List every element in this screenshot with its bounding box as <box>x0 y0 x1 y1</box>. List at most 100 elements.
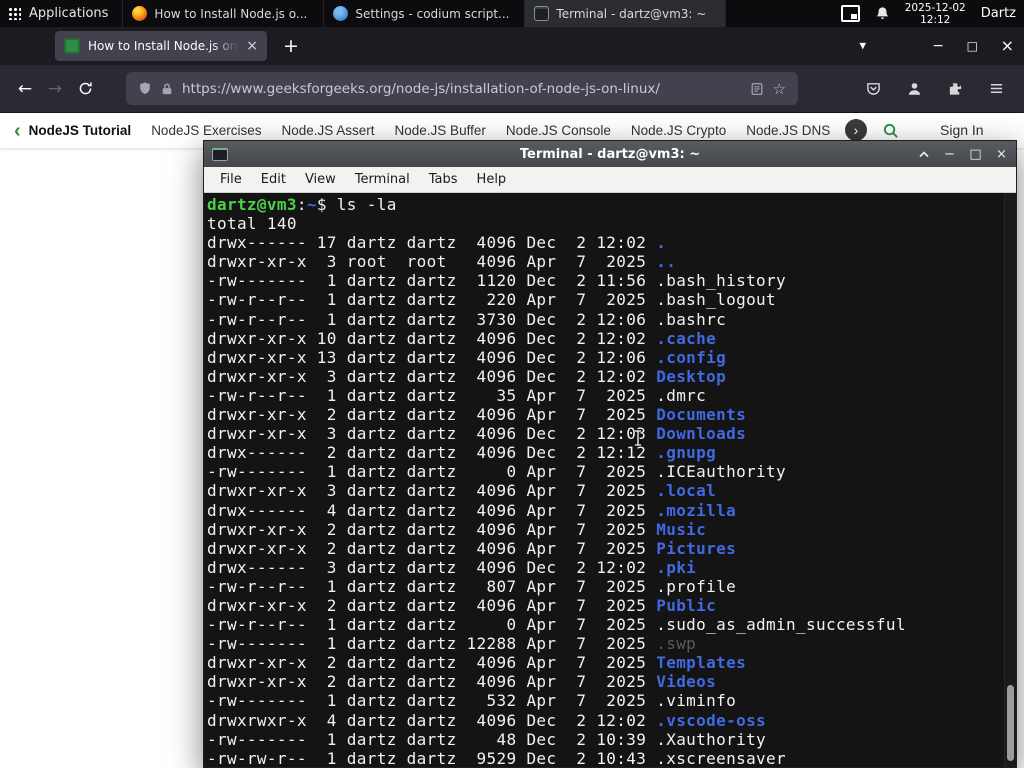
prompt-dollar: $ <box>316 195 337 214</box>
listing-meta: -rw------- 1 dartz dartz 0 Apr 7 2025 <box>207 462 657 482</box>
tab-close-icon[interactable]: × <box>246 39 258 53</box>
listing-name: .bash_logout <box>656 290 777 310</box>
extensions-icon[interactable] <box>948 81 963 96</box>
listing-name: Pictures <box>656 538 737 558</box>
terminal-listing-line: -rw-r--r-- 1 dartz dartz 807 Apr 7 2025 … <box>207 577 1016 596</box>
terminal-listing-line: -rw-r--r-- 1 dartz dartz 3730 Dec 2 12:0… <box>207 310 1016 329</box>
gfg-nav-item[interactable]: Node.JS DNS <box>746 123 830 138</box>
terminal-listing-line: drwxr-xr-x 2 dartz dartz 4096 Apr 7 2025… <box>207 596 1016 615</box>
listing-name: .swp <box>656 634 697 654</box>
terminal-window-controls: − □ × <box>917 141 1008 167</box>
nav-scroll-left-icon[interactable]: ‹ <box>0 121 29 141</box>
listing-name: .cache <box>656 328 717 348</box>
menu-view[interactable]: View <box>296 169 345 190</box>
panel-user-label[interactable]: Dartz <box>981 6 1019 21</box>
listing-meta: -rw------- 1 dartz dartz 532 Apr 7 2025 <box>207 691 657 711</box>
listing-meta: drwxr-xr-x 3 dartz dartz 4096 Apr 7 2025 <box>207 481 657 501</box>
gfg-nav-item[interactable]: NodeJS Tutorial <box>29 123 132 138</box>
listing-meta: drwxr-xr-x 2 dartz dartz 4096 Apr 7 2025 <box>207 538 657 558</box>
listing-meta: drwxr-xr-x 2 dartz dartz 4096 Apr 7 2025 <box>207 653 657 673</box>
notification-bell-icon[interactable] <box>875 6 890 21</box>
gfg-nav-item[interactable]: Node.JS Console <box>506 123 611 138</box>
listing-meta: drwxr-xr-x 10 dartz dartz 4096 Dec 2 12:… <box>207 328 657 348</box>
listing-name: .viminfo <box>656 691 737 711</box>
refresh-button[interactable] <box>70 74 100 104</box>
prompt-user-host: dartz@vm3 <box>207 195 297 214</box>
browser-tab[interactable]: How to Install Node.js on × <box>55 31 267 61</box>
account-icon[interactable] <box>907 81 922 96</box>
list-tabs-chevron-icon[interactable]: ▾ <box>859 39 866 54</box>
terminal-listing-line: drwxr-xr-x 3 dartz dartz 4096 Dec 2 12:0… <box>207 367 1016 386</box>
back-button[interactable]: ← <box>10 74 40 104</box>
gfg-nav-items: NodeJS Tutorial NodeJS Exercises Node.JS A… <box>29 123 835 138</box>
terminal-scrollbar[interactable] <box>1004 193 1016 767</box>
listing-name: .xscreensaver <box>656 748 787 767</box>
menu-terminal[interactable]: Terminal <box>346 169 419 190</box>
terminal-listing-line: -rw-r--r-- 1 dartz dartz 0 Apr 7 2025 .s… <box>207 615 1016 634</box>
taskbar-button-firefox[interactable]: How to Install Node.js o... <box>123 0 325 27</box>
terminal-listing-line: -rw------- 1 dartz dartz 12288 Apr 7 202… <box>207 634 1016 653</box>
listing-meta: -rw-rw-r-- 1 dartz dartz 9529 Dec 2 10:4… <box>207 748 657 767</box>
pocket-icon[interactable] <box>866 81 881 96</box>
terminal-maximize-button[interactable]: □ <box>969 148 982 161</box>
terminal-titlebar[interactable]: Terminal - dartz@vm3: ~ − □ × <box>204 141 1016 167</box>
sign-in-button[interactable]: Sign In <box>940 122 984 138</box>
listing-meta: drwxrwxr-x 4 dartz dartz 4096 Dec 2 12:0… <box>207 710 657 730</box>
terminal-listing-line: -rw------- 1 dartz dartz 532 Apr 7 2025 … <box>207 691 1016 710</box>
terminal-listing-line: drwxr-xr-x 13 dartz dartz 4096 Dec 2 12:… <box>207 348 1016 367</box>
terminal-listing-line: drwx------ 2 dartz dartz 4096 Dec 2 12:1… <box>207 443 1016 462</box>
browser-close-button[interactable]: × <box>1001 38 1014 54</box>
url-bar[interactable]: https://www.geeksforgeeks.org/node-js/in… <box>126 72 798 105</box>
mouse-cursor-ibeam <box>632 429 644 451</box>
taskbar: How to Install Node.js o... Settings - co… <box>123 0 727 27</box>
menu-help[interactable]: Help <box>468 169 516 190</box>
settings-icon <box>333 6 349 21</box>
menu-icon[interactable] <box>989 81 1004 96</box>
top-panel: Applications How to Install Node.js o...… <box>0 0 1024 27</box>
menu-edit[interactable]: Edit <box>252 169 295 190</box>
scrollbar-thumb[interactable] <box>1007 685 1014 761</box>
listing-meta: -rw-r--r-- 1 dartz dartz 35 Apr 7 2025 <box>207 385 657 405</box>
gfg-nav-item[interactable]: NodeJS Exercises <box>151 123 261 138</box>
panel-tray: 2025-12-02 12:12 Dartz <box>840 2 1024 26</box>
shade-window-icon[interactable] <box>917 150 930 158</box>
forward-button[interactable]: → <box>40 74 70 104</box>
panel-clock[interactable]: 2025-12-02 12:12 <box>905 2 966 26</box>
listing-name: .bash_history <box>656 271 787 291</box>
listing-name: .sudo_as_admin_successful <box>656 615 906 635</box>
bookmark-star-icon[interactable]: ☆ <box>773 80 786 98</box>
terminal-listing-line: drwxr-xr-x 3 dartz dartz 4096 Apr 7 2025… <box>207 481 1016 500</box>
new-tab-button[interactable]: + <box>283 35 299 57</box>
listing-meta: drwx------ 4 dartz dartz 4096 Apr 7 2025 <box>207 500 657 520</box>
listing-name: .local <box>656 481 717 501</box>
menu-tabs[interactable]: Tabs <box>420 169 467 190</box>
nav-scroll-right-icon[interactable]: › <box>845 119 867 141</box>
browser-maximize-button[interactable]: □ <box>967 40 978 52</box>
menu-file[interactable]: File <box>211 169 251 190</box>
gfg-nav-item[interactable]: Node.JS Crypto <box>631 123 726 138</box>
terminal-window: Terminal - dartz@vm3: ~ − □ × File Edit … <box>203 140 1017 768</box>
reader-mode-icon[interactable] <box>750 82 764 96</box>
listing-name: .dmrc <box>656 385 707 405</box>
taskbar-button-terminal[interactable]: Terminal - dartz@vm3: ~ <box>525 0 727 27</box>
listing-meta: -rw------- 1 dartz dartz 1120 Dec 2 11:5… <box>207 271 657 291</box>
listing-meta: drwxr-xr-x 3 dartz dartz 4096 Dec 2 12:0… <box>207 366 657 386</box>
listing-name: Desktop <box>656 366 727 386</box>
prompt-path: ~ <box>306 195 317 214</box>
terminal-minimize-button[interactable]: − <box>943 148 956 161</box>
taskbar-button-settings[interactable]: Settings - codium script... <box>324 0 526 27</box>
gfg-nav-item[interactable]: Node.JS Assert <box>281 123 374 138</box>
gfg-nav-item[interactable]: Node.JS Buffer <box>395 123 486 138</box>
listing-name: .config <box>656 347 727 367</box>
listing-name: Videos <box>656 672 717 692</box>
applications-menu-button[interactable]: Applications <box>0 0 124 27</box>
clock-date: 2025-12-02 <box>904 1 966 14</box>
tracking-shield-icon[interactable] <box>138 81 152 96</box>
browser-minimize-button[interactable]: − <box>932 39 944 53</box>
terminal-output[interactable]: dartz@vm3:~$ ls -la total 140 drwx------… <box>204 193 1016 767</box>
taskbar-button-label: Settings - codium script... <box>355 6 510 21</box>
lock-icon[interactable] <box>161 82 173 96</box>
terminal-close-button[interactable]: × <box>995 148 1008 161</box>
tray-terminal-icon[interactable] <box>840 5 860 22</box>
listing-meta: -rw-r--r-- 1 dartz dartz 807 Apr 7 2025 <box>207 576 657 596</box>
